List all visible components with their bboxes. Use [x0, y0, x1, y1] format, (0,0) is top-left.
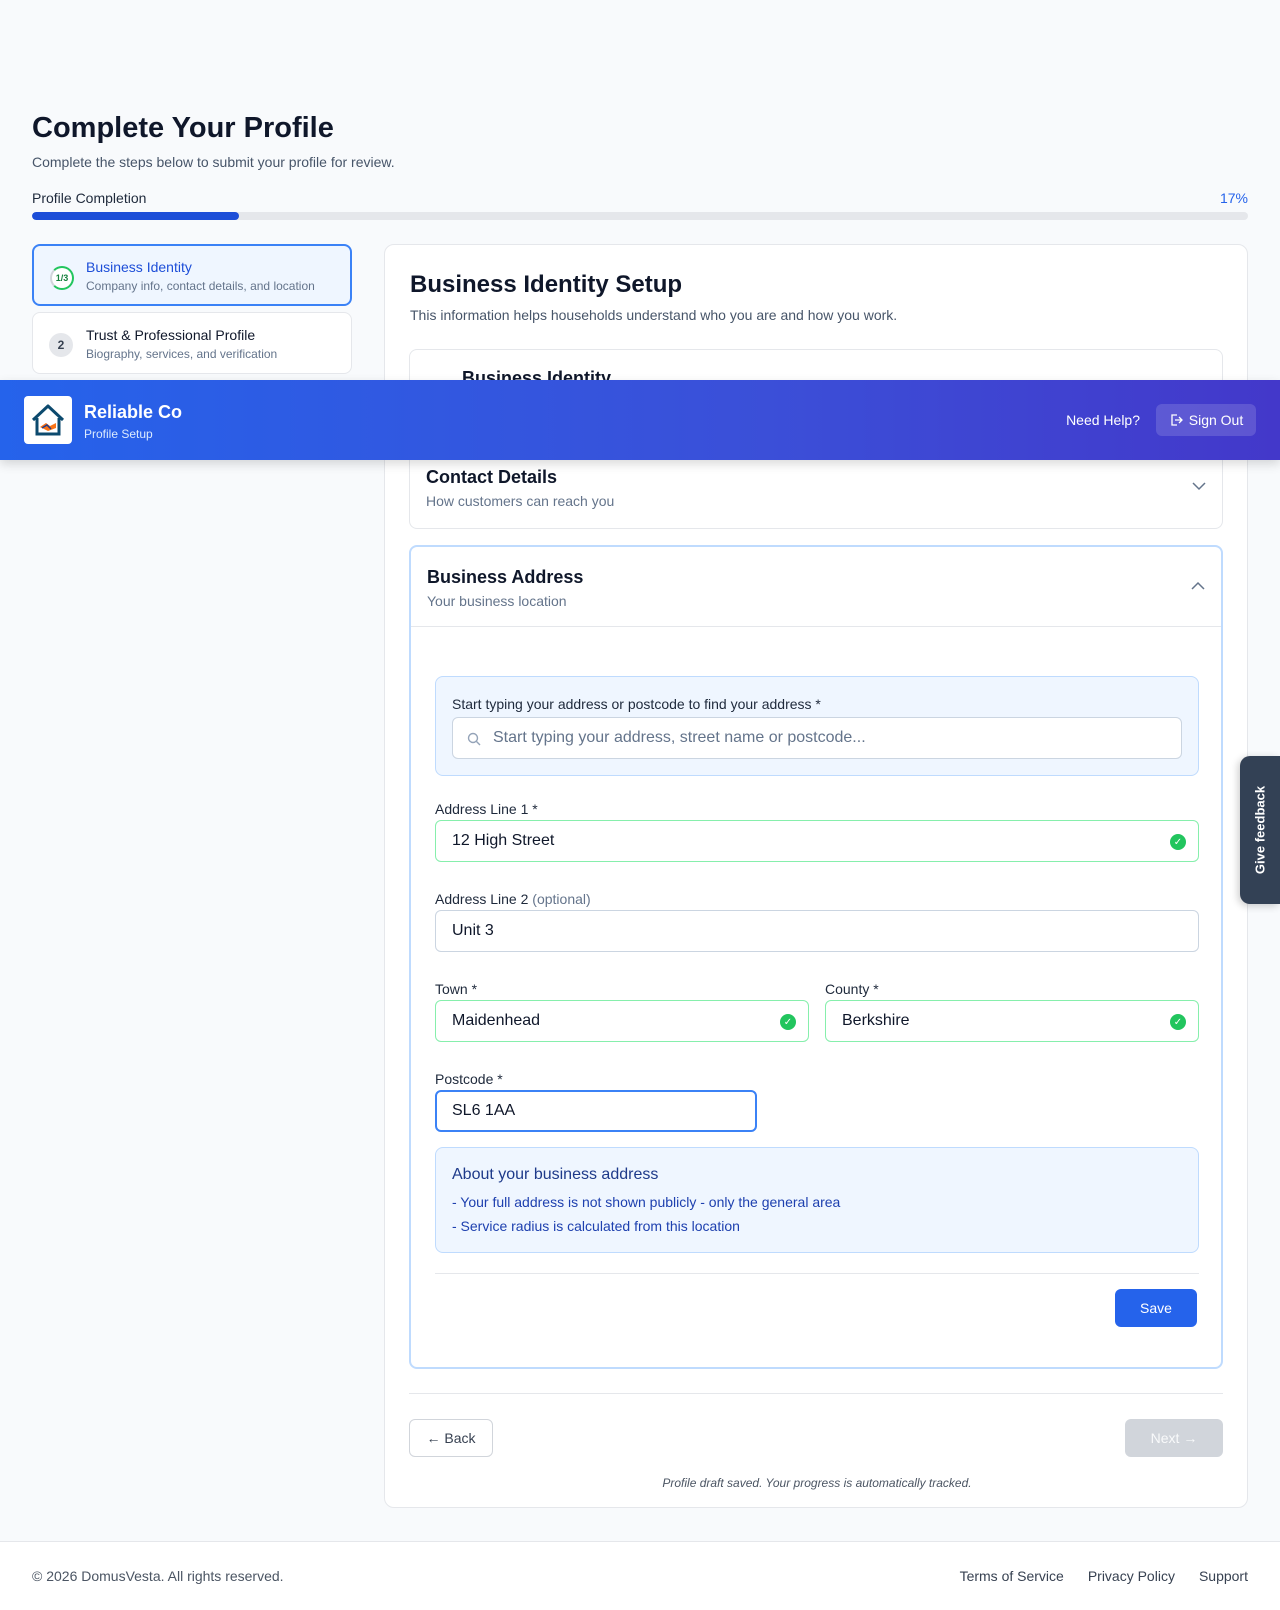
need-help-link[interactable]: Need Help?: [1066, 412, 1140, 428]
feedback-tab[interactable]: Give feedback: [1240, 756, 1280, 904]
chevron-down-icon[interactable]: [1192, 479, 1206, 493]
draft-status-note: Profile draft saved. Your progress is au…: [662, 1476, 972, 1490]
postcode-label: Postcode *: [435, 1071, 503, 1087]
town-label: Town *: [435, 981, 478, 997]
info-line: - Your full address is not shown publicl…: [452, 1194, 841, 1210]
town-value: Maidenhead: [452, 1012, 541, 1029]
page-subtitle: Complete the steps below to submit your …: [32, 154, 395, 170]
section-title: Business Address: [427, 567, 584, 587]
save-button[interactable]: Save: [1115, 1289, 1197, 1327]
feedback-label: Give feedback: [1252, 785, 1268, 875]
privacy-link[interactable]: Privacy Policy: [1088, 1568, 1175, 1584]
support-link[interactable]: Support: [1199, 1568, 1248, 1584]
step-title: Business Identity: [86, 259, 192, 275]
step-number-badge: 2: [49, 333, 73, 357]
county-input[interactable]: Berkshire ✓: [825, 1000, 1199, 1042]
info-title: About your business address: [452, 1166, 659, 1183]
chevron-up-icon[interactable]: [1191, 579, 1205, 593]
card-subtitle: This information helps households unders…: [410, 307, 898, 323]
step-title: Trust & Professional Profile: [86, 327, 256, 343]
progress-bar: [32, 212, 1248, 220]
optional-tag: (optional): [532, 891, 591, 907]
next-button[interactable]: Next →: [1125, 1419, 1223, 1457]
county-label: County *: [825, 981, 879, 997]
sign-out-button[interactable]: Sign Out: [1156, 404, 1256, 436]
check-circle-icon: ✓: [1170, 834, 1186, 850]
step-trust-profile[interactable]: 2 Trust & Professional Profile Biography…: [32, 312, 352, 374]
section-header-divider: [411, 626, 1221, 627]
footer-links: Terms of Service Privacy Policy Support: [960, 1568, 1248, 1584]
step-description: Company info, contact details, and locat…: [86, 279, 315, 293]
app-header: Reliable Co Profile Setup Need Help? Sig…: [0, 380, 1280, 460]
postcode-value: SL6 1AA: [452, 1102, 516, 1119]
house-handshake-icon: [31, 404, 65, 436]
progress-fill: [32, 212, 239, 220]
section-subtitle: How customers can reach you: [426, 493, 615, 509]
form-divider: [435, 1273, 1199, 1274]
page-title: Complete Your Profile: [32, 112, 334, 144]
search-icon: [467, 732, 481, 746]
terms-link[interactable]: Terms of Service: [960, 1568, 1064, 1584]
address-line1-value: 12 High Street: [452, 832, 555, 849]
brand-subtitle: Profile Setup: [84, 427, 153, 441]
section-title: Contact Details: [426, 467, 558, 487]
nav-divider: [409, 1393, 1223, 1394]
town-input[interactable]: Maidenhead ✓: [435, 1000, 809, 1042]
section-business-address: Business Address Your business location …: [409, 545, 1223, 1369]
address-line1-input[interactable]: 12 High Street ✓: [435, 820, 1199, 862]
step-description: Biography, services, and verification: [86, 347, 278, 361]
address-line2-input[interactable]: Unit 3: [435, 910, 1199, 952]
section-subtitle: Your business location: [427, 593, 567, 609]
address-search-input[interactable]: Start typing your address, street name o…: [452, 717, 1182, 759]
check-circle-icon: ✓: [1170, 1014, 1186, 1030]
step-progress-badge: 1/3: [50, 266, 74, 290]
address-lookup-panel: Start typing your address or postcode to…: [435, 676, 1199, 776]
sign-out-label: Sign Out: [1188, 412, 1244, 428]
page-footer: © 2026 DomusVesta. All rights reserved. …: [0, 1541, 1280, 1610]
check-circle-icon: ✓: [780, 1014, 796, 1030]
copyright-text: © 2026 DomusVesta. All rights reserved.: [32, 1568, 284, 1584]
brand-name: Reliable Co: [84, 402, 183, 422]
address-line2-label-text: Address Line 2: [435, 891, 529, 907]
county-value: Berkshire: [842, 1012, 910, 1029]
address-line2-value: Unit 3: [452, 922, 494, 939]
address-line2-label: Address Line 2 (optional): [435, 891, 591, 907]
progress-percent: 17%: [1219, 190, 1248, 206]
address-info-panel: About your business address - Your full …: [435, 1147, 1199, 1253]
company-logo[interactable]: [24, 396, 72, 444]
address-line1-label: Address Line 1 *: [435, 801, 538, 817]
address-search-placeholder: Start typing your address, street name o…: [493, 729, 866, 746]
info-line: - Service radius is calculated from this…: [452, 1218, 740, 1234]
step-business-identity[interactable]: 1/3 Business Identity Company info, cont…: [32, 244, 352, 306]
sign-out-icon: [1171, 414, 1183, 426]
address-search-label: Start typing your address or postcode to…: [452, 696, 821, 712]
back-button[interactable]: ← Back: [409, 1419, 493, 1457]
progress-label: Profile Completion: [32, 190, 147, 206]
postcode-input[interactable]: SL6 1AA: [435, 1090, 757, 1132]
card-title: Business Identity Setup: [410, 271, 683, 298]
